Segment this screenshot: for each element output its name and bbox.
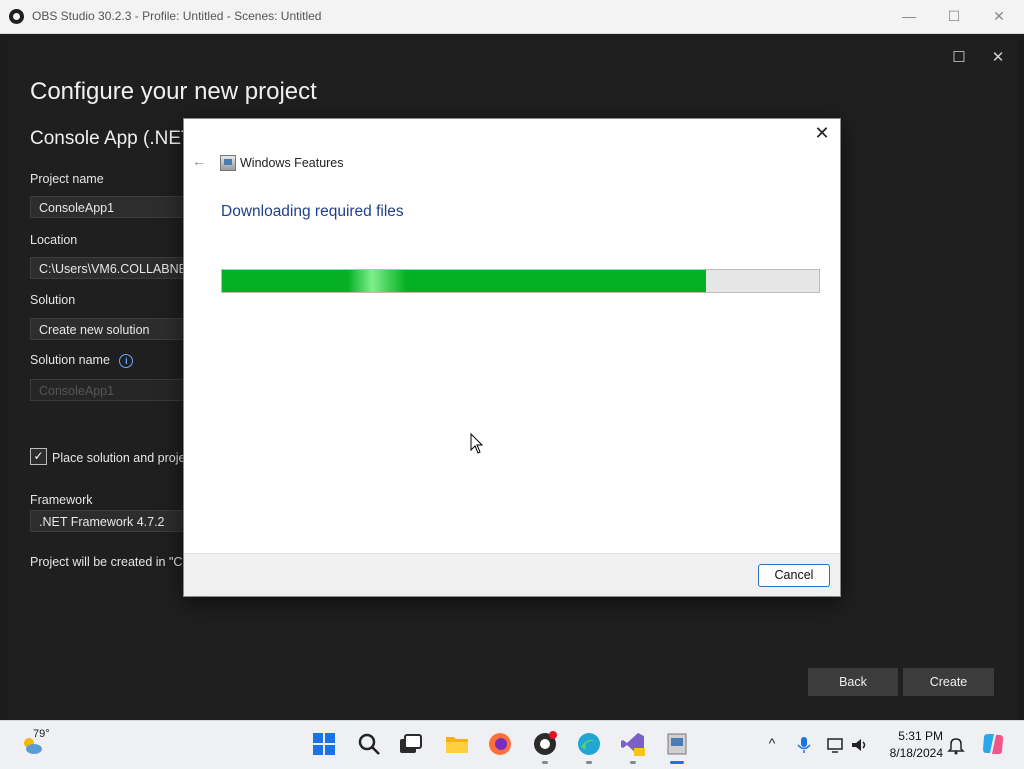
weather-temperature[interactable]: 79° [33,728,50,740]
windows-features-taskbar-icon[interactable] [664,731,690,757]
back-arrow-icon[interactable]: ← [192,153,206,169]
obs-window-title: OBS Studio 30.2.3 - Profile: Untitled - … [32,9,322,23]
dialog-close-button[interactable]: ✕ [812,123,832,144]
download-progress-bar [221,269,820,293]
info-icon[interactable]: i [119,353,134,368]
create-button[interactable]: Create [903,668,994,696]
obs-close-button[interactable]: ✕ [987,6,1011,26]
cancel-button[interactable]: Cancel [758,564,830,587]
file-explorer-icon[interactable] [444,731,470,757]
place-in-same-directory-checkbox[interactable]: ✓ [30,448,47,465]
active-app-indicator [670,761,684,764]
place-in-same-directory-label: Place solution and project [52,451,196,465]
obs-studio-icon[interactable] [532,731,558,757]
vs-maximize-button[interactable]: ☐ [949,48,969,66]
task-view-icon[interactable] [397,731,423,757]
project-name-label: Project name [30,172,104,186]
microphone-icon[interactable] [794,735,814,755]
back-button[interactable]: Back [808,668,898,696]
mouse-cursor-icon [470,433,484,454]
solution-name-label: Solution name [30,353,110,367]
edge-running-indicator [586,761,592,764]
windows-features-dialog: ✕ ← Windows Features Downloading require… [183,118,841,597]
vs-close-button[interactable]: ✕ [988,48,1008,66]
obs-logo-icon [9,9,24,24]
copilot-icon[interactable] [980,731,1006,757]
download-status-text: Downloading required files [221,203,404,220]
chevron-up-icon[interactable]: ^ [762,735,782,751]
page-title: Configure your new project [30,78,317,105]
project-template-name: Console App (.NET [30,128,193,149]
clock-time[interactable]: 5:31 PM [885,729,943,743]
obs-running-indicator [542,761,548,764]
edge-browser-icon[interactable] [576,731,602,757]
taskbar: 79° ^ 5:31 PM 8/18/2024 [0,720,1024,769]
clock-date[interactable]: 8/18/2024 [880,746,943,760]
notification-bell-icon[interactable] [946,735,966,755]
solution-name-label-row: Solution name i [30,353,134,368]
windows-start-icon[interactable] [311,731,337,757]
windows-features-icon [220,155,236,171]
search-icon[interactable] [356,731,382,757]
firefox-icon[interactable] [487,731,513,757]
obs-maximize-button[interactable]: ☐ [942,6,966,26]
visual-studio-icon[interactable] [620,731,646,757]
project-location-summary: Project will be created in "C:\ [30,555,190,569]
volume-icon[interactable] [850,735,870,755]
network-icon[interactable] [826,735,846,755]
dialog-footer: Cancel [184,553,840,596]
solution-label: Solution [30,293,76,307]
dialog-app-title: Windows Features [240,156,344,170]
obs-title-bar: OBS Studio 30.2.3 - Profile: Untitled - … [0,0,1024,34]
vs-running-indicator [630,761,636,764]
obs-minimize-button[interactable]: — [897,6,921,26]
framework-label: Framework [30,493,93,507]
location-label: Location [30,233,78,247]
download-progress-fill [222,270,706,292]
